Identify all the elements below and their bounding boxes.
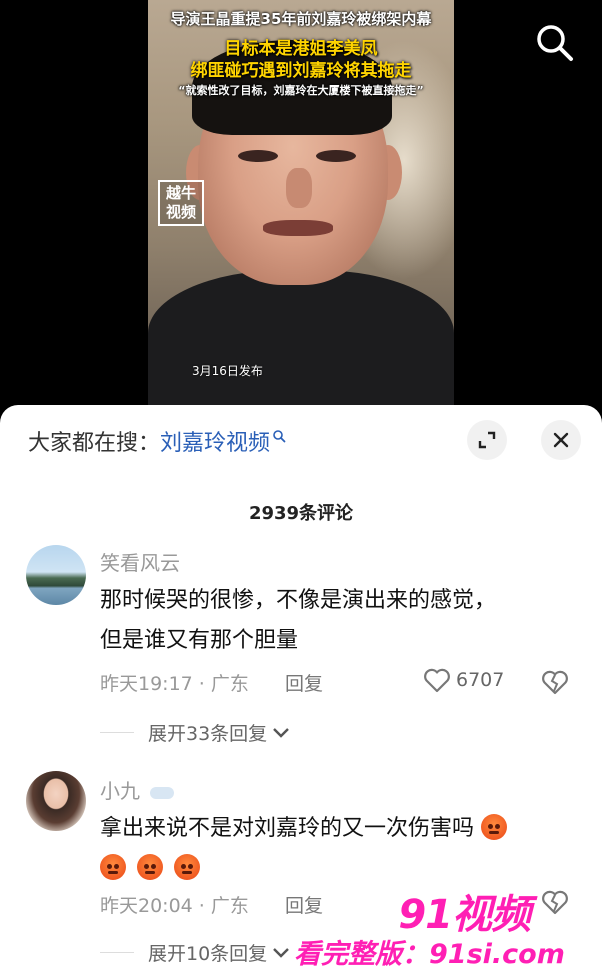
comment-text-line-content: 拿出来说不是对刘嘉玲的又一次伤害吗: [100, 816, 475, 841]
avatar[interactable]: [26, 771, 86, 831]
avatar[interactable]: [26, 545, 86, 605]
angry-face-icon: [481, 814, 508, 840]
like-count: 6707: [456, 669, 505, 691]
suggested-search-term[interactable]: 刘嘉玲视频: [160, 425, 270, 457]
angry-face-icon: [137, 854, 163, 880]
comment-count: 2939条评论: [248, 503, 354, 524]
search-icon: [273, 430, 286, 443]
comment-text: 那时候哭的很惨，不像是演出来的感觉， 但是谁又有那个胆量: [100, 581, 570, 661]
expand-replies-label: 展开33条回复: [148, 723, 268, 745]
comment-text: 拿出来说不是对刘嘉玲的又一次伤害吗: [100, 809, 570, 889]
video-player[interactable]: 导演王晶重提35年前刘嘉玲被绑架内幕 目标本是港姐李美凤 绑匪碰巧遇到刘嘉玲将其…: [0, 0, 602, 420]
angry-face-icon: [174, 854, 200, 880]
like-button[interactable]: 6707: [423, 667, 504, 693]
heart-icon: [424, 668, 450, 693]
channel-badge: 越牛 视频: [158, 180, 204, 226]
divider: [100, 732, 134, 733]
comments-sheet: 大家都在搜： 刘嘉玲视频 2939条评论 笑看风云 那时候哭的很惨，不像是演出来…: [0, 405, 602, 975]
comment-text-line: 那时候哭的很惨，不像是演出来的感觉，: [100, 588, 497, 613]
publish-date: 3月16日发布: [192, 364, 263, 378]
chevron-down-icon: [273, 947, 290, 958]
speaker-nose: [286, 168, 312, 208]
chevron-down-icon: [273, 727, 290, 738]
divider: [100, 952, 134, 953]
video-frame[interactable]: 导演王晶重提35年前刘嘉玲被绑架内幕 目标本是港姐李美凤 绑匪碰巧遇到刘嘉玲将其…: [148, 0, 454, 410]
speaker-mouth: [263, 220, 333, 236]
expand-icon: [478, 431, 496, 449]
search-button[interactable]: [532, 20, 576, 64]
comment-text-line: 但是谁又有那个胆量: [100, 628, 299, 653]
expand-replies-button[interactable]: 展开10条回复: [100, 939, 291, 966]
comment-time-location: 昨天20:04 · 广东: [100, 895, 249, 917]
angry-face-icon: [100, 854, 126, 880]
comment-text-line: 拿出来说不是对刘嘉玲的又一次伤害吗: [100, 809, 570, 849]
close-icon: [553, 432, 569, 448]
video-caption-headline: 导演王晶重提35年前刘嘉玲被绑架内幕: [170, 10, 432, 28]
speaker-eye-right: [316, 150, 356, 162]
comment-username[interactable]: 小九: [100, 775, 175, 804]
speaker-shirt: [148, 270, 454, 410]
comment-time-location: 昨天19:17 · 广东: [100, 673, 249, 695]
close-button[interactable]: [541, 420, 581, 460]
video-caption-line-3: 绑匪碰巧遇到刘嘉玲将其拖走: [190, 61, 412, 81]
reply-button[interactable]: 回复: [285, 891, 323, 918]
cloud-icon: [150, 786, 175, 799]
broken-heart-icon: [542, 890, 568, 915]
broken-heart-icon: [542, 670, 568, 695]
comment-username-text: 小九: [100, 779, 140, 803]
channel-badge-text: 越牛 视频: [165, 184, 196, 221]
dislike-button[interactable]: [541, 669, 569, 699]
expand-replies-button[interactable]: 展开33条回复: [100, 719, 291, 746]
comment-username[interactable]: 笑看风云: [100, 547, 180, 576]
reply-button[interactable]: 回复: [285, 669, 323, 696]
dislike-button[interactable]: [541, 889, 569, 919]
expand-sheet-button[interactable]: [467, 420, 507, 460]
comment-emoji-line: [100, 849, 570, 889]
suggested-search-label: 大家都在搜：: [28, 431, 161, 456]
speaker-eye-left: [238, 150, 278, 162]
expand-replies-label: 展开10条回复: [148, 943, 268, 965]
search-icon: [537, 25, 573, 61]
video-caption-quote: “就索性改了目标，刘嘉玲在大厦楼下被直接拖走”: [178, 84, 424, 97]
suggested-search[interactable]: 大家都在搜： 刘嘉玲视频: [28, 425, 286, 457]
